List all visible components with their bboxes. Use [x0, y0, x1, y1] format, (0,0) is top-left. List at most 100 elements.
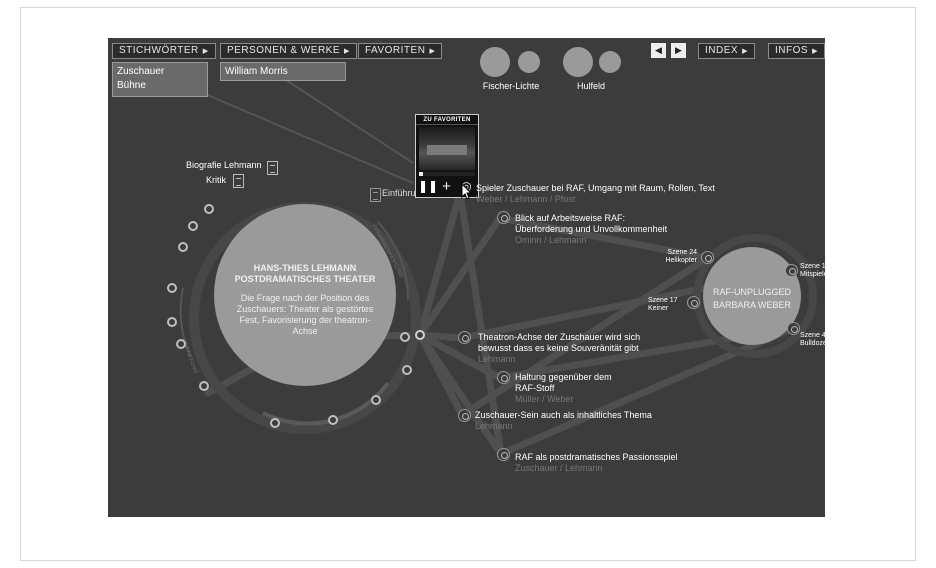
- scene-label-line: Szene 4: [800, 332, 825, 339]
- person-circle-large[interactable]: [563, 47, 593, 77]
- ring-node[interactable]: [167, 317, 177, 327]
- kritik-link[interactable]: Kritik: [206, 175, 226, 186]
- pause-button[interactable]: ❚❚: [418, 178, 439, 195]
- person-label[interactable]: Fischer-Lichte: [471, 81, 551, 91]
- person-circle-large[interactable]: [480, 47, 510, 77]
- scene-label-line: Szene 24: [667, 249, 697, 256]
- scene-label-line: Szene 1: [800, 263, 825, 270]
- ring-node[interactable]: [402, 365, 412, 375]
- scene-label-line: Helikopter: [665, 257, 697, 264]
- ring-node[interactable]: [400, 332, 410, 342]
- topic-title[interactable]: Haltung gegenüber dem RAF-Stoff: [515, 372, 612, 394]
- scene-label[interactable]: Szene 4 Bulldozer: [800, 332, 825, 348]
- topic-node[interactable]: [497, 448, 510, 461]
- video-progress-bar[interactable]: [419, 172, 475, 176]
- scene-label-line: Mitspieler: [800, 271, 825, 278]
- ring-node[interactable]: [328, 415, 338, 425]
- progress-fill: [419, 172, 424, 176]
- topic-node[interactable]: [458, 409, 471, 422]
- topic-subtitle: Lehmann: [475, 421, 513, 431]
- arrow-right-icon: ▶: [429, 48, 436, 55]
- ring-node[interactable]: [270, 418, 280, 428]
- ring-node[interactable]: [204, 204, 214, 214]
- scene-label-line: Keiner: [648, 305, 669, 312]
- person-label[interactable]: Hulfeld: [551, 81, 631, 91]
- document-icon[interactable]: [370, 188, 381, 202]
- document-icon[interactable]: [233, 174, 244, 188]
- ring-node[interactable]: [178, 242, 188, 252]
- arrow-right-icon: ▶: [344, 48, 350, 55]
- pause-icon: ❚❚: [418, 179, 439, 193]
- ring-node[interactable]: [167, 283, 177, 293]
- ring-node[interactable]: [199, 381, 209, 391]
- topic-node[interactable]: [458, 331, 471, 344]
- personen-werke-label: PERSONEN & WERKE: [227, 45, 341, 56]
- main-title-line: HANS-THIES LEHMANN: [253, 263, 357, 273]
- personen-werke-menu-button[interactable]: PERSONEN & WERKE ▶: [220, 43, 357, 59]
- triangle-right-icon: ▶: [675, 45, 682, 55]
- scene-node[interactable]: [687, 296, 700, 309]
- einfuehrung-link[interactable]: Einführu: [382, 188, 416, 199]
- ring-node[interactable]: [176, 339, 186, 349]
- add-to-favorites-header[interactable]: ZU FAVORITEN: [416, 115, 478, 125]
- infos-menu-button[interactable]: INFOS ▶: [768, 43, 825, 59]
- stichwoerter-menu-button[interactable]: STICHWÖRTER ▶: [112, 43, 216, 59]
- topic-node[interactable]: [497, 211, 510, 224]
- topic-title-line: RAF-Stoff: [515, 383, 555, 393]
- add-button[interactable]: +: [438, 178, 455, 195]
- topic-title[interactable]: Theatron-Achse der Zuschauer wird sich b…: [478, 332, 640, 354]
- favoriten-menu-button[interactable]: FAVORITEN ▶: [358, 43, 443, 59]
- scene-node[interactable]: [701, 251, 714, 264]
- index-label: INDEX: [705, 45, 739, 56]
- main-desc-line: Fest, Favorisierung der theatron-: [239, 315, 371, 325]
- biografie-link[interactable]: Biografie Lehmann: [186, 160, 262, 171]
- topic-title-line: Blick auf Arbeitsweise RAF:: [515, 213, 626, 223]
- ring-node[interactable]: [188, 221, 198, 231]
- personen-dropdown: William Morris: [220, 62, 346, 81]
- video-thumbnail[interactable]: [419, 127, 475, 170]
- topic-title[interactable]: Blick auf Arbeitsweise RAF: Überforderun…: [515, 213, 667, 235]
- scene-label[interactable]: Szene 1 Mitspieler: [800, 263, 825, 279]
- scene-node[interactable]: [785, 264, 798, 277]
- topic-subtitle: Müller / Weber: [515, 394, 574, 404]
- person-circle-small[interactable]: [518, 51, 540, 73]
- main-circle-title: HANS-THIES LEHMANN POSTDRAMATISCHES THEA…: [218, 263, 392, 285]
- person-item[interactable]: William Morris: [225, 65, 341, 79]
- topic-title-line: Überforderung und Unvollkommenheit: [515, 224, 668, 234]
- main-desc-line: Zuschauers: Theater als gestörtes: [236, 304, 374, 314]
- topic-node[interactable]: [497, 371, 510, 384]
- main-desc-line: Die Frage nach der Position des: [240, 293, 370, 303]
- scene-label[interactable]: Szene 17 Keiner: [648, 297, 678, 313]
- topic-title-line: bewusst dass es keine Souveränität gibt: [478, 343, 639, 353]
- arrow-right-icon: ▶: [742, 48, 748, 55]
- raf-circle-label: RAF-UNPLUGGED BARBARA WEBER: [703, 286, 801, 312]
- arrow-right-icon: ▶: [202, 48, 209, 55]
- stichwort-item[interactable]: Bühne: [117, 79, 203, 93]
- topic-title-line: Theatron-Achse der Zuschauer wird sich: [478, 332, 641, 342]
- stichwoerter-label: STICHWÖRTER: [119, 45, 199, 56]
- scene-node[interactable]: [787, 322, 800, 335]
- stichwort-item[interactable]: Zuschauer: [117, 65, 203, 79]
- person-circle-small[interactable]: [599, 51, 621, 73]
- stage-image: [427, 145, 467, 155]
- next-arrow-button[interactable]: ▶: [671, 43, 686, 58]
- topic-subtitle: Lehmann: [478, 354, 516, 364]
- topic-title[interactable]: RAF als postdramatisches Passionsspiel: [515, 452, 678, 463]
- index-menu-button[interactable]: INDEX ▶: [698, 43, 755, 59]
- topic-subtitle: Zuschauer / Lehmann: [515, 463, 603, 473]
- main-circle-description: Die Frage nach der Position des Zuschaue…: [220, 293, 390, 337]
- scene-label-line: Bulldozer: [800, 340, 825, 347]
- ring-node[interactable]: [371, 395, 381, 405]
- document-icon[interactable]: [267, 161, 278, 175]
- topic-title[interactable]: Spieler Zuschauer bei RAF, Umgang mit Ra…: [476, 183, 715, 194]
- topic-title[interactable]: Zuschauer-Sein auch als inhaltliches The…: [475, 410, 652, 421]
- previous-arrow-button[interactable]: ◀: [651, 43, 666, 58]
- favoriten-label: FAVORITEN: [365, 45, 426, 56]
- triangle-left-icon: ◀: [655, 45, 662, 55]
- raf-title-line: RAF-UNPLUGGED: [712, 287, 791, 297]
- infos-label: INFOS: [775, 45, 809, 56]
- hub-node[interactable]: [415, 330, 425, 340]
- pointer-cursor-icon: [461, 183, 473, 200]
- arrow-right-icon: ▶: [812, 48, 818, 55]
- scene-label[interactable]: Szene 24 Helikopter: [661, 249, 697, 265]
